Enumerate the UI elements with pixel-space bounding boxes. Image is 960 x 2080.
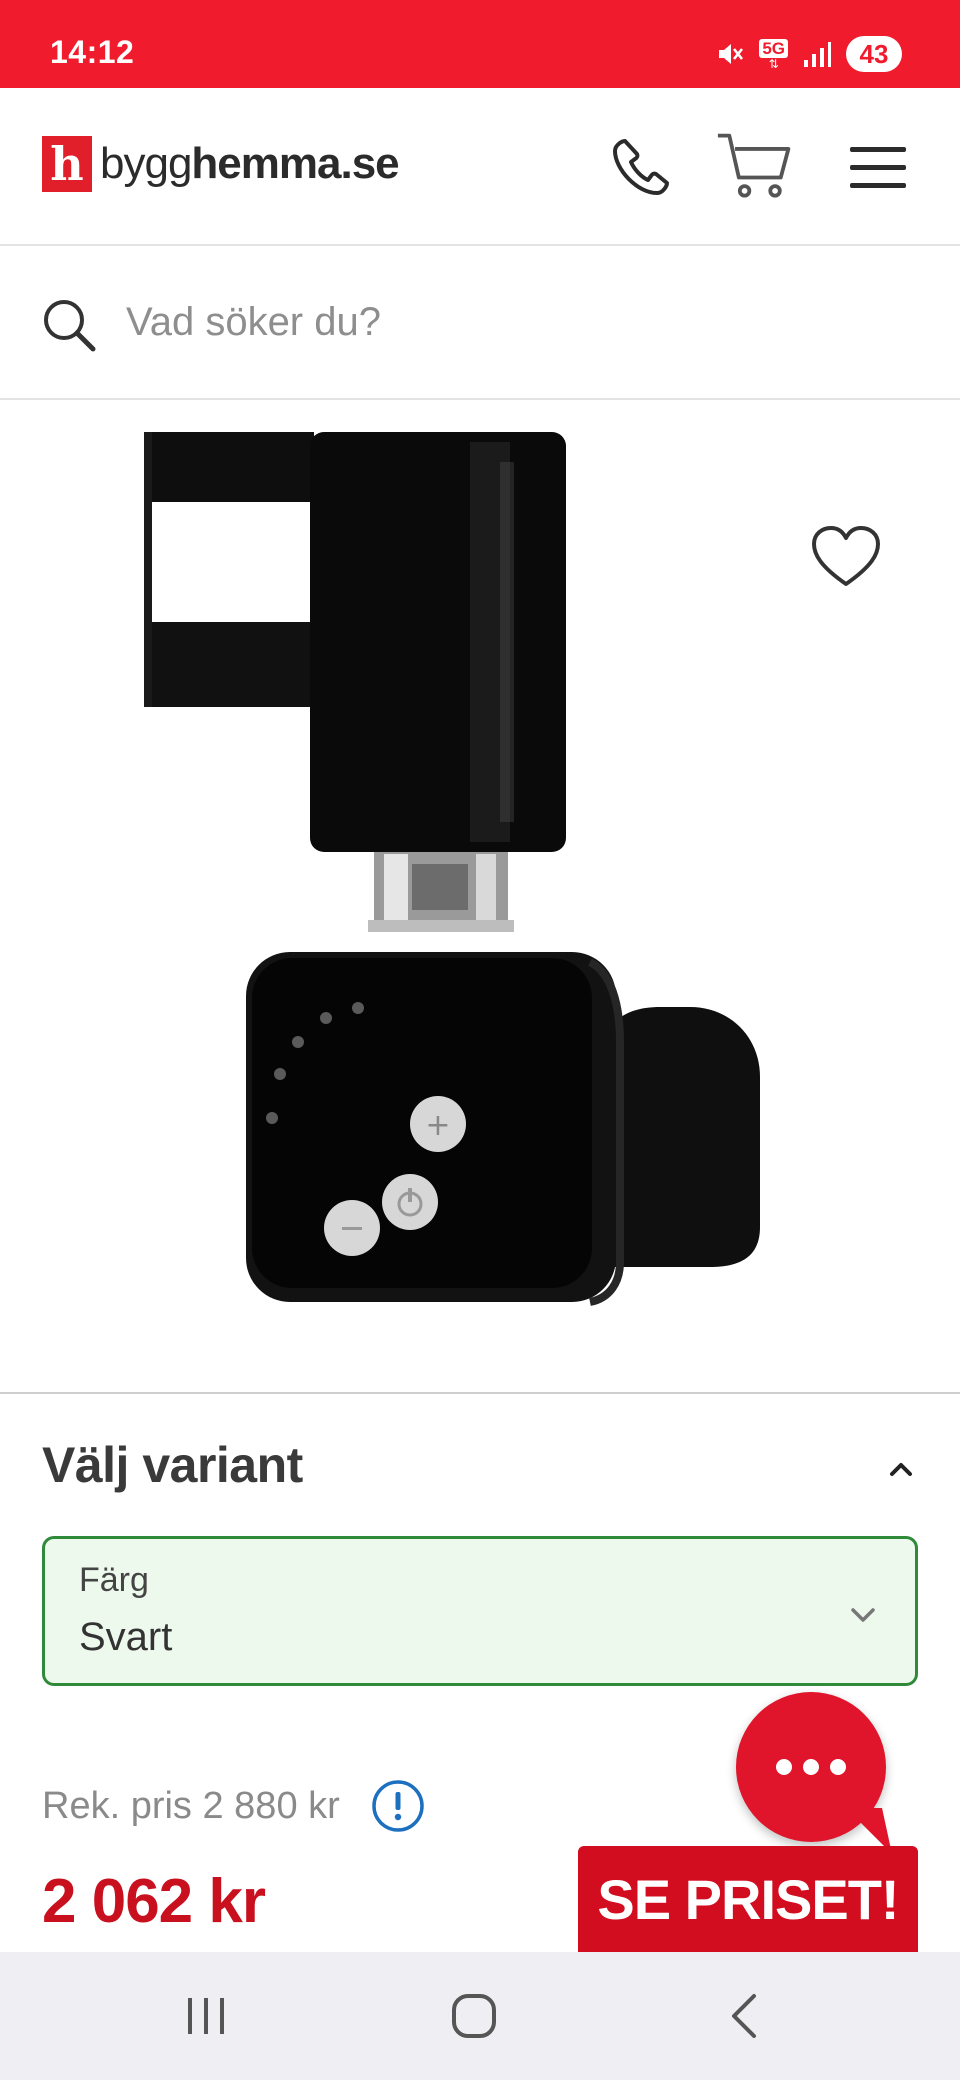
status-time: 14:12 xyxy=(50,34,135,70)
logo-text-bold: hemma.se xyxy=(191,139,399,188)
network-label: 5G xyxy=(759,38,788,58)
back-button[interactable] xyxy=(706,1986,786,2046)
cart-button[interactable] xyxy=(716,128,796,208)
current-price: 2 062 kr xyxy=(42,1867,266,1936)
se-priset-banner[interactable]: SE PRISET! xyxy=(578,1846,918,1952)
info-icon[interactable] xyxy=(370,1778,426,1834)
heart-icon xyxy=(812,526,880,586)
color-select-label: Färg xyxy=(79,1561,149,1599)
search-bar xyxy=(0,246,960,400)
chat-dots-icon xyxy=(776,1759,846,1775)
hamburger-menu-icon xyxy=(850,147,906,188)
color-select[interactable]: Färg Svart xyxy=(42,1536,918,1686)
status-bar: 14:12 5G ⇅ 43 xyxy=(0,0,960,88)
system-nav-bar xyxy=(0,1952,960,2080)
svg-text:+: + xyxy=(425,1108,450,1143)
back-icon xyxy=(732,1994,756,2038)
chevron-down-icon xyxy=(851,1608,875,1622)
menu-button[interactable] xyxy=(838,128,918,208)
phone-icon xyxy=(613,139,669,195)
search-input[interactable] xyxy=(126,290,886,354)
logo-text-thin: bygg xyxy=(100,139,192,188)
network-5g-icon: 5G ⇅ xyxy=(759,38,788,70)
home-icon xyxy=(452,1994,496,2038)
color-select-value: Svart xyxy=(79,1615,173,1659)
site-header: h bygghemma.se xyxy=(0,88,960,246)
wishlist-heart-button[interactable] xyxy=(806,518,886,598)
recommended-price: Rek. pris 2 880 kr xyxy=(42,1778,426,1834)
logo-mark: h xyxy=(42,136,92,192)
phone-button[interactable] xyxy=(600,128,680,208)
home-button[interactable] xyxy=(434,1986,514,2046)
product-image[interactable]: + xyxy=(0,402,960,1394)
cart-icon xyxy=(717,133,791,198)
status-icons: 5G ⇅ 43 xyxy=(715,34,902,74)
search-icon[interactable] xyxy=(40,296,100,361)
chevron-up-icon[interactable] xyxy=(884,1452,918,1486)
logo-text: bygghemma.se xyxy=(100,139,400,189)
signal-icon xyxy=(804,42,831,67)
recent-apps-icon xyxy=(188,1998,224,2034)
recommended-price-text: Rek. pris 2 880 kr xyxy=(42,1784,340,1827)
mute-icon xyxy=(719,44,744,64)
variant-title: Välj variant xyxy=(42,1437,303,1493)
recent-apps-button[interactable] xyxy=(166,1986,246,2046)
battery-indicator: 43 xyxy=(846,36,902,72)
variant-section-header[interactable]: Välj variant xyxy=(42,1436,918,1502)
site-logo[interactable]: h bygghemma.se xyxy=(42,136,400,192)
